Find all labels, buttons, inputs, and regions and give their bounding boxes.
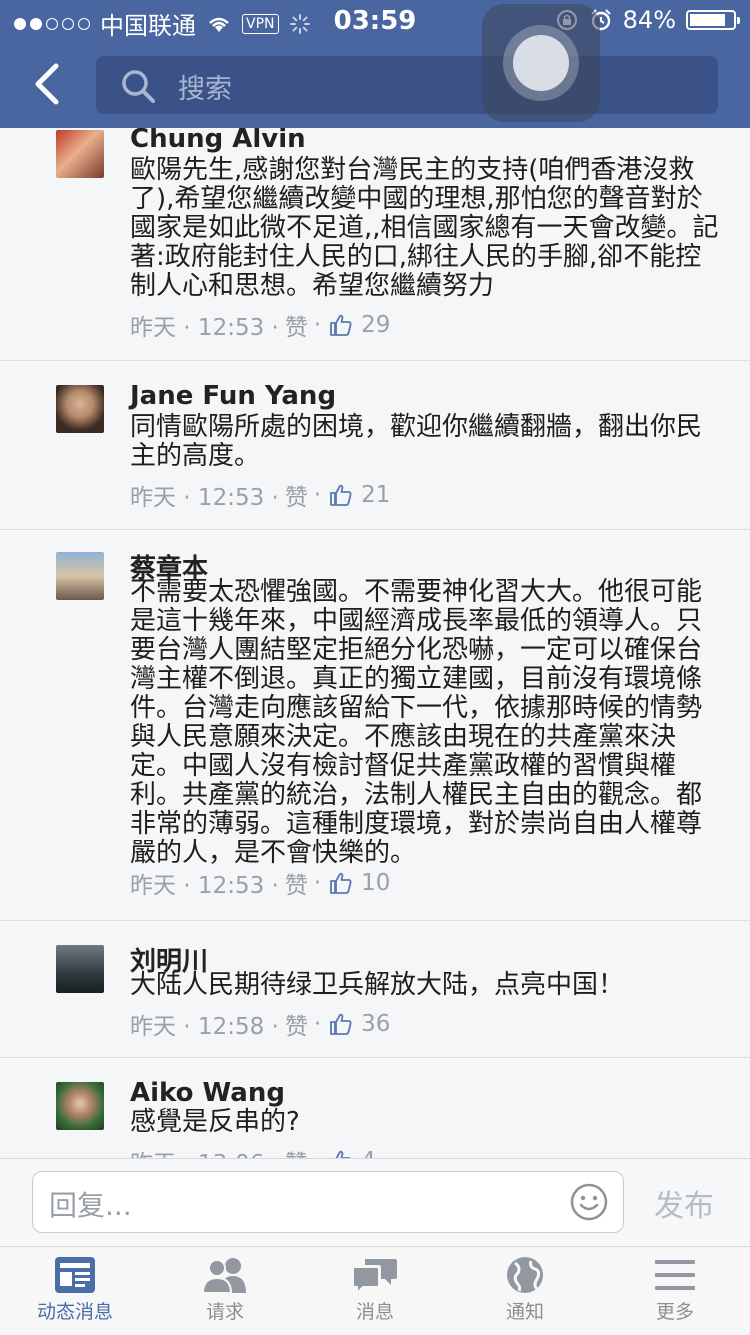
menu-icon [655, 1260, 695, 1290]
like-count-icon [330, 872, 352, 894]
search-input[interactable]: 搜索 [96, 56, 718, 114]
tab-notifications[interactable]: 通知 [450, 1255, 600, 1324]
comment-item: Chung Alvin 歐陽先生,感謝您對台灣民主的支持(咱們香港沒救了),希望… [0, 128, 750, 361]
like-button[interactable]: 赞 [285, 1007, 308, 1041]
reply-bar: 回复... 发布 [0, 1158, 750, 1247]
like-button[interactable]: 赞 [285, 308, 308, 342]
battery-percent: 84% [622, 6, 676, 34]
comment-time: 昨天 · 12:53 · [130, 315, 279, 341]
like-count-icon [330, 1013, 352, 1035]
like-count: 10 [361, 870, 391, 896]
comment-meta: 昨天 · 12:53 · 赞 · 29 [130, 308, 390, 342]
avatar[interactable] [56, 1082, 104, 1130]
comment-meta: 昨天 · 12:53 · 赞 · 21 [130, 478, 390, 512]
like-count: 4 [361, 1148, 376, 1158]
comment-item: Jane Fun Yang 同情歐陽所處的困境，歡迎你繼續翻牆，翻出你民主的高度… [0, 361, 750, 530]
comment-text: 感覺是反串的? [130, 1107, 300, 1137]
comment-meta: 昨天 · 12:53 · 赞 · 10 [130, 866, 390, 900]
tab-label: 消息 [355, 1301, 394, 1323]
like-count-icon [335, 1150, 351, 1158]
comment-author[interactable]: Aiko Wang [130, 1078, 285, 1108]
tab-requests[interactable]: 请求 [150, 1255, 300, 1324]
comment-meta: 昨天 · 13:06 · 赞 · 4 [130, 1144, 376, 1158]
comment-author[interactable]: Jane Fun Yang [130, 381, 336, 411]
tab-bar: 动态消息 请求 消息 通知 更多 [0, 1246, 750, 1335]
friend-requests-icon [201, 1258, 246, 1294]
comment-meta: 昨天 · 12:58 · 赞 · 36 [130, 1007, 390, 1041]
like-count: 29 [361, 312, 391, 338]
tab-news-feed[interactable]: 动态消息 [0, 1255, 150, 1324]
comment-time: 昨天 · 12:53 · [130, 873, 279, 899]
like-button[interactable]: 赞 [285, 866, 308, 900]
comment-text: 不需要太恐懼強國。不需要神化習大大。他很可能是這十幾年來，中國經濟成長率最低的領… [130, 577, 703, 868]
comment-item: Aiko Wang 感覺是反串的? 昨天 · 13:06 · 赞 · 4 [0, 1058, 750, 1158]
comment-text: 歐陽先生,感謝您對台灣民主的支持(咱們香港沒救了),希望您繼續改變中國的理想,那… [130, 155, 719, 301]
like-button[interactable]: 赞 [285, 478, 308, 512]
tab-messages[interactable]: 消息 [300, 1255, 450, 1324]
like-count-icon [330, 484, 352, 506]
battery-icon [686, 10, 740, 30]
tab-label: 通知 [505, 1301, 544, 1323]
globe-icon [507, 1257, 543, 1293]
assistive-touch-button[interactable] [482, 4, 600, 122]
comment-item: 蔡章本 不需要太恐懼強國。不需要神化習大大。他很可能是這十幾年來，中國經濟成長率… [0, 530, 750, 921]
avatar[interactable] [56, 552, 104, 600]
tab-label: 动态消息 [36, 1301, 113, 1323]
emoji-icon[interactable] [569, 1182, 609, 1222]
like-count: 36 [361, 1011, 391, 1037]
nav-header: 中国联通 VPN 03:59 84% 搜索 [0, 0, 750, 128]
back-button[interactable] [28, 62, 68, 106]
messages-icon [352, 1259, 397, 1295]
like-count: 21 [361, 482, 391, 508]
like-count-icon [330, 314, 352, 336]
comment-text: 大陆人民期待绿卫兵解放大陆，点亮中国！ [130, 970, 625, 1000]
send-button[interactable]: 发布 [654, 1181, 714, 1225]
comment-author[interactable]: Chung Alvin [130, 128, 306, 154]
tab-more[interactable]: 更多 [600, 1255, 750, 1324]
tab-label: 请求 [205, 1301, 244, 1323]
reply-input[interactable]: 回复... [32, 1171, 624, 1233]
comment-time: 昨天 · 12:58 · [130, 1014, 279, 1040]
avatar[interactable] [56, 385, 104, 433]
avatar[interactable] [56, 130, 104, 178]
comment-text: 同情歐陽所處的困境，歡迎你繼續翻牆，翻出你民主的高度。 [130, 412, 703, 471]
status-bar: 中国联通 VPN 03:59 84% [0, 0, 750, 40]
search-placeholder: 搜索 [178, 74, 232, 105]
comment-time: 昨天 · 13:06 · [130, 1144, 279, 1158]
avatar[interactable] [56, 945, 104, 993]
tab-label: 更多 [655, 1301, 694, 1323]
reply-placeholder: 回复... [49, 1189, 132, 1222]
comment-list[interactable]: Chung Alvin 歐陽先生,感謝您對台灣民主的支持(咱們香港沒救了),希望… [0, 128, 750, 1158]
search-icon [122, 70, 155, 103]
comment-item: 刘明川 大陆人民期待绿卫兵解放大陆，点亮中国！ 昨天 · 12:58 · 赞 ·… [0, 921, 750, 1058]
news-feed-icon [55, 1257, 95, 1293]
like-button[interactable]: 赞 [285, 1144, 308, 1158]
comment-time: 昨天 · 12:53 · [130, 485, 279, 511]
